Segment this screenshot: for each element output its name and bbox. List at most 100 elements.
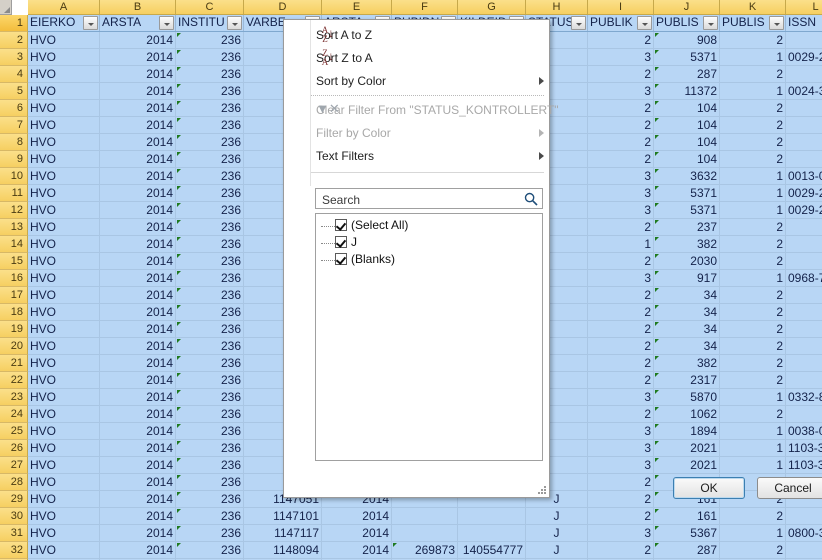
- cell[interactable]: 2: [720, 406, 786, 422]
- cell[interactable]: 104: [654, 117, 720, 133]
- cell[interactable]: 2: [588, 32, 654, 48]
- cell[interactable]: 2014: [100, 253, 176, 269]
- cell[interactable]: 2014: [100, 491, 176, 507]
- cell[interactable]: 1: [720, 168, 786, 184]
- cell[interactable]: 287: [654, 66, 720, 82]
- cell[interactable]: 104: [654, 134, 720, 150]
- cell[interactable]: [786, 355, 822, 371]
- cell[interactable]: 161: [654, 508, 720, 524]
- cell[interactable]: 2: [588, 372, 654, 388]
- cell[interactable]: HVO: [28, 66, 100, 82]
- cell[interactable]: 2: [588, 355, 654, 371]
- cell[interactable]: 287: [654, 542, 720, 558]
- column-header-k[interactable]: K: [720, 0, 786, 15]
- cell[interactable]: 0029-2052: [786, 185, 822, 201]
- cell[interactable]: 236: [176, 270, 244, 286]
- cell[interactable]: 2: [720, 372, 786, 388]
- filter-header-0[interactable]: EIERKO: [28, 15, 100, 31]
- cell[interactable]: 1062: [654, 406, 720, 422]
- cell[interactable]: 2: [720, 542, 786, 558]
- cell[interactable]: 2014: [100, 185, 176, 201]
- cell[interactable]: 1147101: [244, 508, 322, 524]
- row-header[interactable]: 20: [0, 338, 28, 355]
- cell[interactable]: HVO: [28, 389, 100, 405]
- row-header[interactable]: 23: [0, 389, 28, 406]
- cell[interactable]: 2014: [100, 440, 176, 456]
- cell[interactable]: HVO: [28, 321, 100, 337]
- cell[interactable]: 237: [654, 219, 720, 235]
- cell[interactable]: [786, 372, 822, 388]
- row-header[interactable]: 32: [0, 542, 28, 559]
- cell[interactable]: 1148094: [244, 542, 322, 558]
- cell[interactable]: 5371: [654, 185, 720, 201]
- cell[interactable]: 2: [720, 151, 786, 167]
- cell[interactable]: HVO: [28, 168, 100, 184]
- cell[interactable]: 2: [720, 32, 786, 48]
- cell[interactable]: 5371: [654, 202, 720, 218]
- resize-grip[interactable]: [538, 486, 547, 495]
- cell[interactable]: [392, 508, 458, 524]
- table-row[interactable]: HVO201423611471012014J216121: [28, 508, 822, 525]
- cell[interactable]: J: [526, 508, 588, 524]
- column-header-i[interactable]: I: [588, 0, 654, 15]
- cell[interactable]: 236: [176, 389, 244, 405]
- filter-value-list[interactable]: (Select All) J (Blanks): [315, 213, 543, 461]
- filter-checkbox[interactable]: [335, 236, 347, 248]
- cell[interactable]: 2: [720, 100, 786, 116]
- cell[interactable]: 3: [588, 202, 654, 218]
- cell[interactable]: 1147117: [244, 525, 322, 541]
- cell[interactable]: [786, 117, 822, 133]
- cell[interactable]: 236: [176, 304, 244, 320]
- filter-header-10[interactable]: PUBLIS: [720, 15, 786, 31]
- cell[interactable]: 236: [176, 457, 244, 473]
- cell[interactable]: 1: [720, 440, 786, 456]
- cell[interactable]: 2014: [100, 100, 176, 116]
- row-header[interactable]: 21: [0, 355, 28, 372]
- cell[interactable]: HVO: [28, 508, 100, 524]
- cell[interactable]: [458, 508, 526, 524]
- menu-item-clear-filter[interactable]: ▼✕ Clear Filter From "STATUS_KONTROLLERT…: [311, 99, 559, 121]
- cell[interactable]: HVO: [28, 423, 100, 439]
- cell[interactable]: 3: [588, 525, 654, 541]
- cell[interactable]: 3: [588, 185, 654, 201]
- autofilter-dropdown[interactable]: A Z ↓ Sort A to Z Z A ↓ Sort Z to A Sort by …: [283, 19, 822, 499]
- cell[interactable]: 2: [720, 134, 786, 150]
- filter-list-item[interactable]: (Select All): [316, 217, 542, 234]
- filter-header-8[interactable]: PUBLIK: [588, 15, 654, 31]
- cell[interactable]: 236: [176, 83, 244, 99]
- cell[interactable]: 2: [588, 134, 654, 150]
- cell[interactable]: J: [526, 542, 588, 558]
- cell[interactable]: 236: [176, 66, 244, 82]
- cell[interactable]: 236: [176, 219, 244, 235]
- filter-header-11[interactable]: ISSN: [786, 15, 822, 31]
- cell[interactable]: 0029-2052: [786, 49, 822, 65]
- cell[interactable]: 3: [588, 270, 654, 286]
- cell[interactable]: HVO: [28, 525, 100, 541]
- cell[interactable]: 1: [720, 457, 786, 473]
- cell[interactable]: 1: [720, 185, 786, 201]
- cell[interactable]: HVO: [28, 338, 100, 354]
- cell[interactable]: 2014: [100, 525, 176, 541]
- row-header[interactable]: 7: [0, 117, 28, 134]
- row-header[interactable]: 8: [0, 134, 28, 151]
- cell[interactable]: 2: [588, 287, 654, 303]
- cell[interactable]: 2: [588, 406, 654, 422]
- cell[interactable]: HVO: [28, 406, 100, 422]
- cell[interactable]: 2317: [654, 372, 720, 388]
- ok-button[interactable]: OK: [673, 477, 745, 499]
- cell[interactable]: 1: [588, 236, 654, 252]
- cell[interactable]: 2014: [100, 474, 176, 490]
- row-header[interactable]: 3: [0, 49, 28, 66]
- cell[interactable]: 3: [588, 83, 654, 99]
- cell[interactable]: 236: [176, 117, 244, 133]
- cell[interactable]: 2014: [100, 117, 176, 133]
- cell[interactable]: 2014: [322, 525, 392, 541]
- cell[interactable]: 269873: [392, 542, 458, 558]
- cell[interactable]: 2: [720, 508, 786, 524]
- cell[interactable]: HVO: [28, 355, 100, 371]
- cell[interactable]: 1103-3088: [786, 440, 822, 456]
- cell[interactable]: HVO: [28, 457, 100, 473]
- cell[interactable]: 0013-0818: [786, 168, 822, 184]
- cell[interactable]: HVO: [28, 304, 100, 320]
- cell[interactable]: 3: [588, 440, 654, 456]
